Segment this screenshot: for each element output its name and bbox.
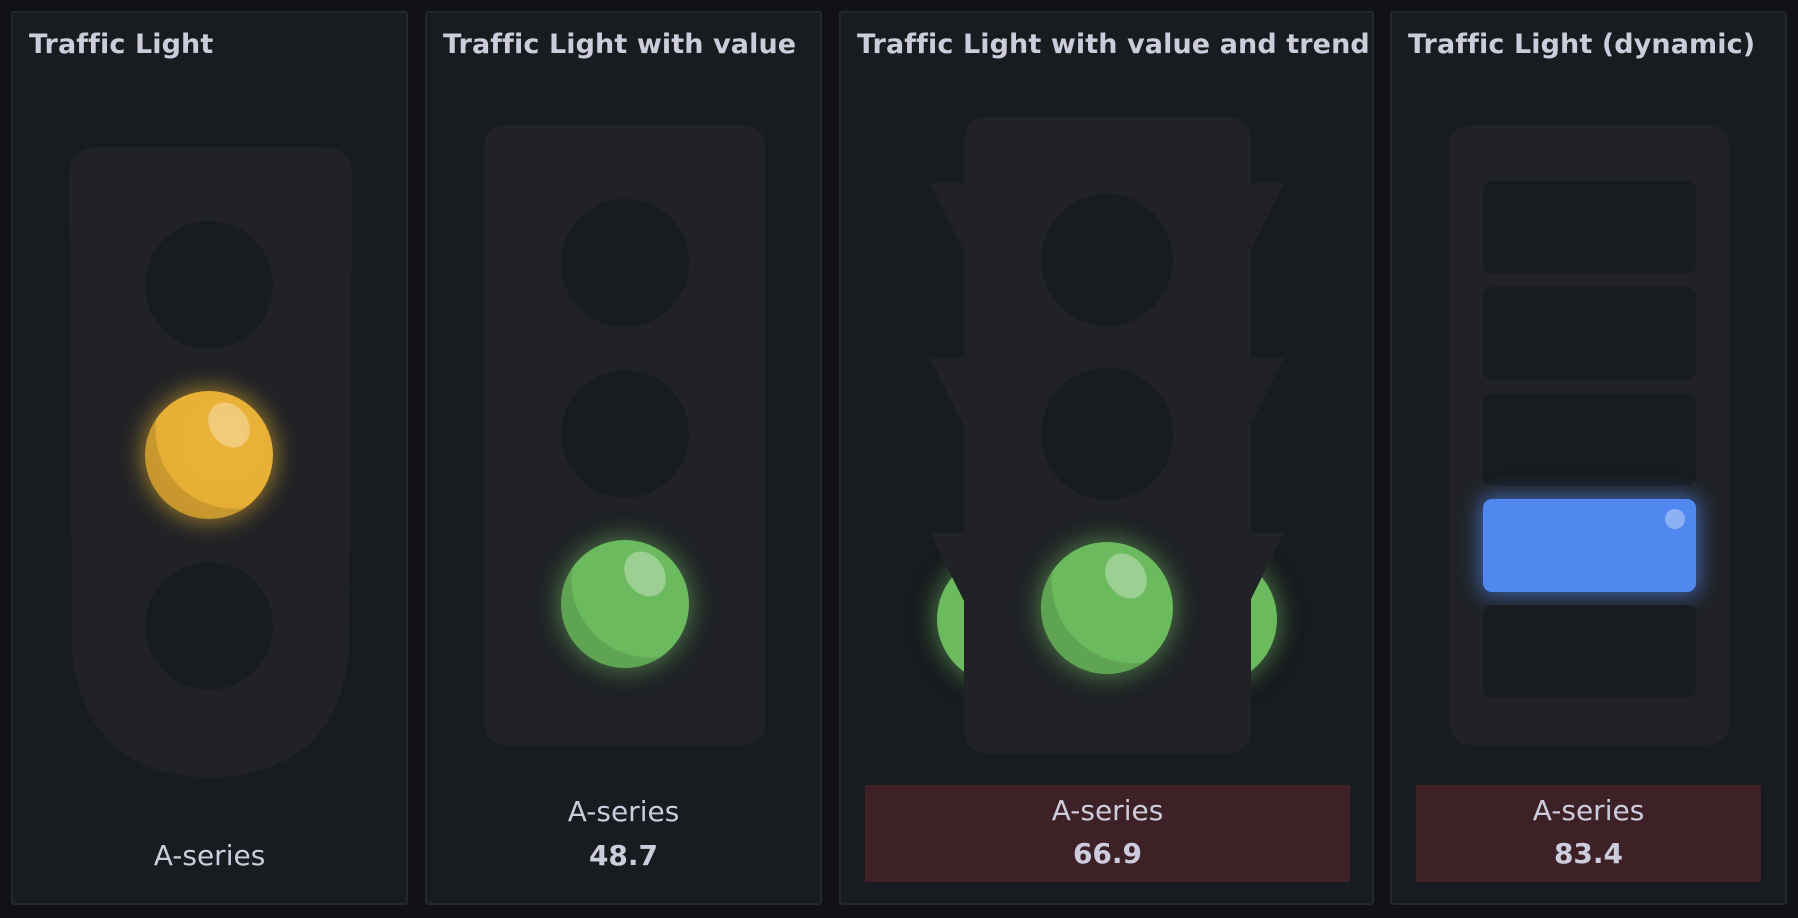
red-lamp bbox=[145, 221, 273, 349]
dashboard: Traffic Light A-series Traffic Light wit… bbox=[0, 0, 1798, 918]
value-box: A-series 66.9 bbox=[865, 785, 1350, 882]
yellow-lamp bbox=[561, 370, 689, 498]
slot-1 bbox=[1483, 181, 1696, 274]
panel-traffic-light-with-value-and-trend[interactable]: Traffic Light with value and trend A-ser… bbox=[839, 11, 1374, 905]
red-lamp bbox=[561, 199, 689, 327]
value-label: 83.4 bbox=[1553, 837, 1624, 870]
series-label: A-series bbox=[1532, 794, 1645, 827]
series-label: A-series bbox=[153, 839, 266, 872]
panel-title: Traffic Light with value bbox=[443, 29, 797, 60]
series-label: A-series bbox=[567, 795, 680, 828]
shine-dot bbox=[1665, 509, 1685, 529]
panel-title: Traffic Light bbox=[29, 29, 214, 60]
slot-4-lit bbox=[1483, 499, 1696, 592]
slot-3 bbox=[1483, 393, 1696, 486]
green-lamp-lit bbox=[561, 540, 689, 668]
panel-traffic-light-with-value[interactable]: Traffic Light with value A-series 48.7 bbox=[425, 11, 822, 905]
yellow-lamp-lit bbox=[145, 391, 273, 519]
slot-2 bbox=[1483, 287, 1696, 380]
value-label: 48.7 bbox=[588, 839, 659, 872]
slot-5 bbox=[1483, 605, 1696, 698]
value-box: A-series 83.4 bbox=[1416, 785, 1761, 882]
green-lamp bbox=[145, 562, 273, 690]
yellow-lamp bbox=[1041, 368, 1173, 500]
red-lamp bbox=[1041, 194, 1173, 326]
panel-title: Traffic Light (dynamic) bbox=[1408, 29, 1756, 60]
series-label: A-series bbox=[1051, 794, 1164, 827]
panel-traffic-light[interactable]: Traffic Light A-series bbox=[11, 11, 408, 905]
value-label: 66.9 bbox=[1072, 837, 1143, 870]
green-lamp-lit bbox=[1041, 542, 1173, 674]
panel-traffic-light-dynamic[interactable]: Traffic Light (dynamic) A-series 83.4 bbox=[1390, 11, 1787, 905]
